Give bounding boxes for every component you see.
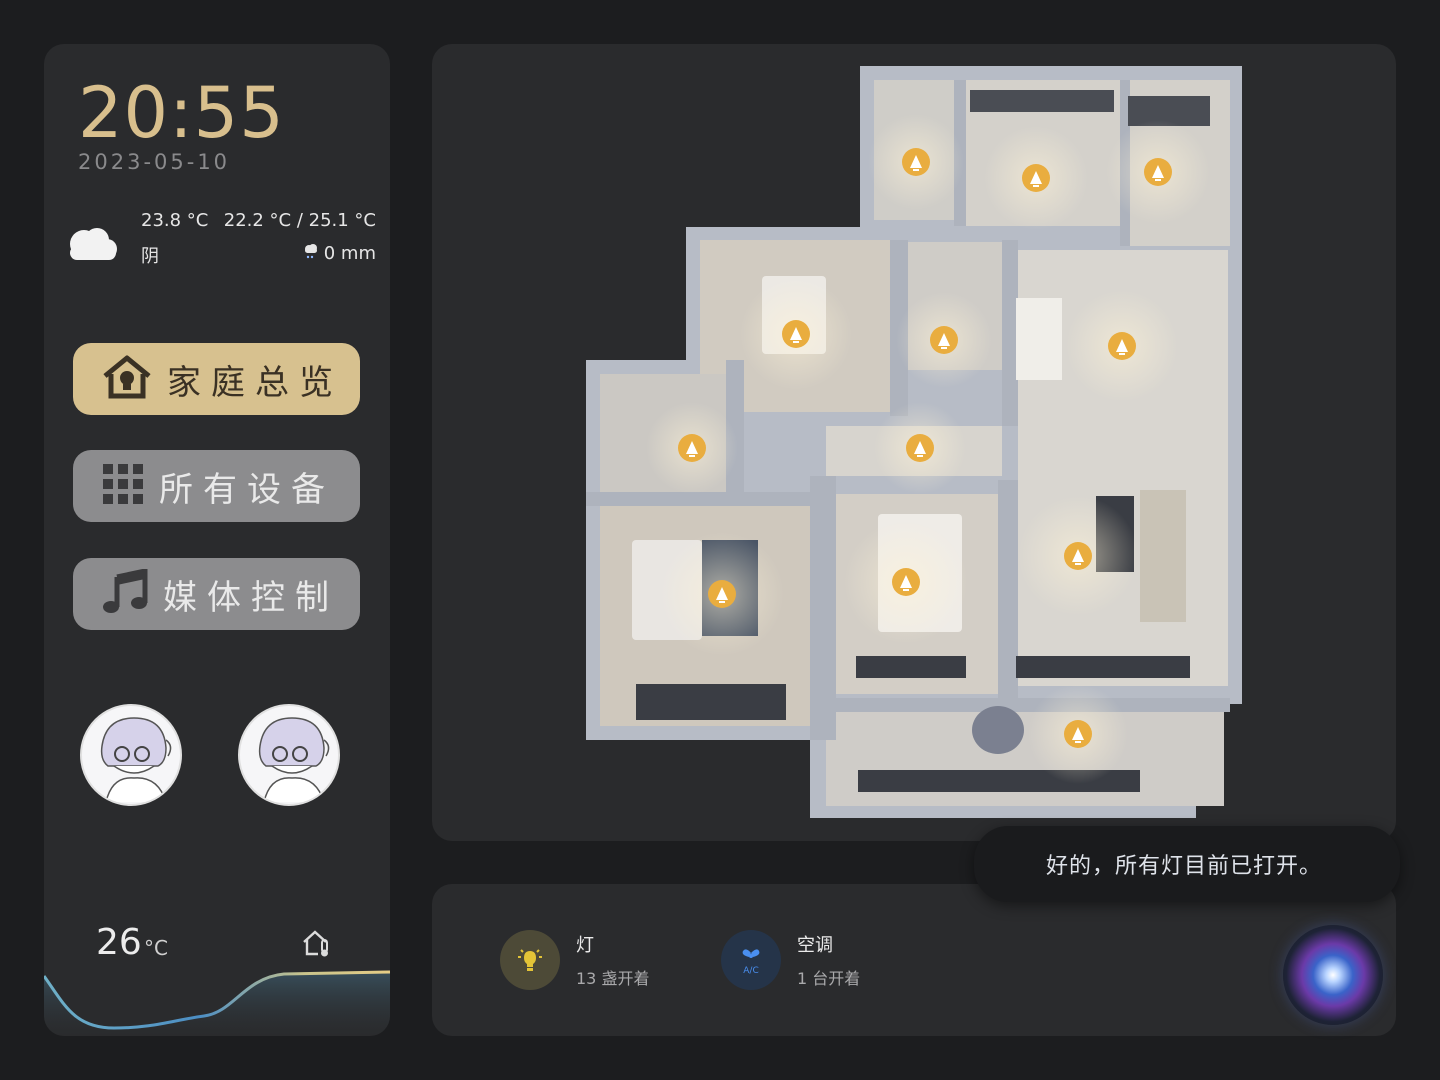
siri-orb-icon[interactable] — [1283, 925, 1383, 1025]
light-marker-bedroom-west[interactable] — [708, 580, 736, 608]
device-ac[interactable]: A/C 空调 1 台开着 — [721, 930, 860, 990]
home-bulb-icon — [101, 354, 153, 404]
light-marker-balcony-south[interactable] — [1064, 720, 1092, 748]
weather-condition: 阴 — [141, 246, 159, 267]
indoor-temp-value: 26 — [96, 922, 142, 963]
device-lights-name: 灯 — [576, 935, 594, 956]
weather-widget[interactable]: 23.8 °C 阴 22.2 °C / 25.1 °C 0 mm — [64, 204, 376, 274]
rain-icon — [302, 242, 320, 265]
precipitation-value: 0 mm — [323, 243, 376, 264]
light-marker-balcony-north[interactable] — [1144, 158, 1172, 186]
indoor-temperature-widget[interactable]: 26 °C — [44, 904, 390, 1036]
light-marker-kitchen[interactable] — [1022, 164, 1050, 192]
weather-precipitation: 0 mm — [302, 242, 376, 265]
light-marker-hallway[interactable] — [906, 434, 934, 462]
device-ac-name: 空调 — [797, 935, 833, 956]
temperature-trend-curve — [44, 970, 390, 1036]
nav-all-devices-button[interactable]: 所有设备 — [73, 450, 360, 522]
device-lights[interactable]: 灯 13 盏开着 — [500, 930, 649, 990]
light-marker-bathroom-1[interactable] — [902, 148, 930, 176]
home-thermometer-icon — [302, 928, 332, 962]
device-ac-status: 1 台开着 — [797, 969, 861, 988]
indoor-temp-unit: °C — [144, 936, 168, 960]
cloud-icon — [64, 222, 120, 266]
weather-current-temp: 23.8 °C — [141, 210, 209, 231]
floorplan-card — [432, 44, 1396, 841]
nav-media-control-button[interactable]: 媒体控制 — [73, 558, 360, 630]
assistant-response-bubble: 好的，所有灯目前已打开。 — [974, 826, 1400, 902]
dashboard-screen: 20:55 2023-05-10 23.8 °C 阴 22.2 °C / 25.… — [0, 0, 1440, 1080]
ac-fan-icon: A/C — [721, 930, 781, 990]
light-marker-bathroom-2[interactable] — [930, 326, 958, 354]
nav-home-overview-button[interactable]: 家庭总览 — [73, 343, 360, 415]
music-note-icon — [101, 567, 149, 619]
svg-text:A/C: A/C — [743, 966, 758, 976]
clock-date: 2023-05-10 — [78, 150, 231, 174]
assistant-message: 好的，所有灯目前已打开。 — [1046, 854, 1323, 879]
nav-media-control-label: 媒体控制 — [163, 577, 339, 618]
grid-icon — [101, 462, 145, 510]
light-marker-dining[interactable] — [1108, 332, 1136, 360]
sidebar: 20:55 2023-05-10 23.8 °C 阴 22.2 °C / 25.… — [44, 44, 390, 1036]
clock-time: 20:55 — [78, 72, 285, 154]
light-marker-bedroom-master[interactable] — [892, 568, 920, 596]
light-marker-bathroom-3[interactable] — [678, 434, 706, 462]
user-avatar-1[interactable] — [80, 704, 182, 806]
device-lights-status: 13 盏开着 — [576, 969, 650, 988]
lightbulb-icon — [500, 930, 560, 990]
floorplan-map[interactable] — [432, 44, 1396, 841]
user-avatar-2[interactable] — [238, 704, 340, 806]
nav-all-devices-label: 所有设备 — [159, 469, 335, 510]
light-marker-living-room[interactable] — [1064, 542, 1092, 570]
weather-temp-range: 22.2 °C / 25.1 °C — [223, 210, 376, 231]
light-marker-bedroom-north[interactable] — [782, 320, 810, 348]
nav-home-overview-label: 家庭总览 — [167, 362, 343, 403]
device-summary-bar: 灯 13 盏开着 A/C 空调 1 台开着 — [432, 884, 1396, 1036]
